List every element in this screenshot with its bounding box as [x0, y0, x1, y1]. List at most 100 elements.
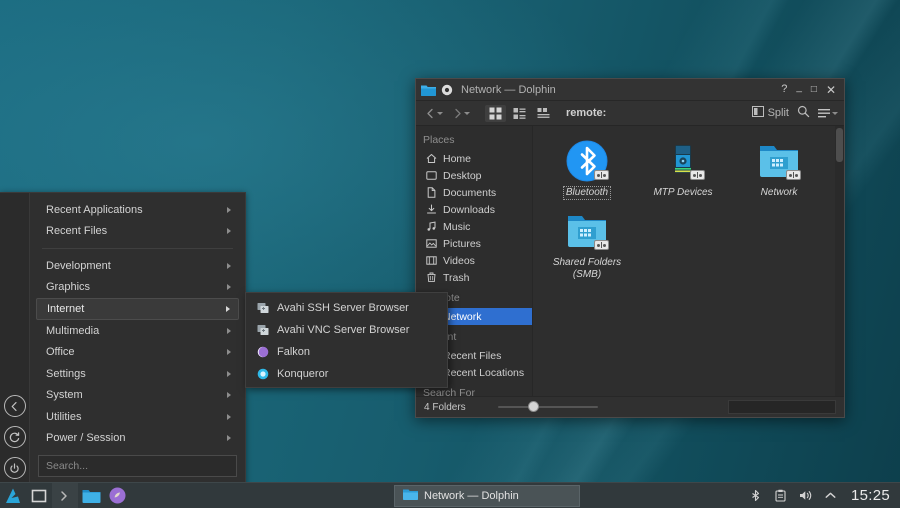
- scrollbar-thumb[interactable]: [836, 128, 843, 162]
- view-mode-icons-button[interactable]: [485, 105, 506, 122]
- search-input[interactable]: [38, 455, 237, 477]
- menu-item-label: Multimedia: [46, 325, 99, 337]
- file-item-mtp-devices[interactable]: MTP Devices: [635, 135, 731, 199]
- places-label: Music: [443, 221, 470, 233]
- chevron-up-icon[interactable]: [824, 489, 838, 503]
- submenu-item-konqueror[interactable]: Konqueror: [246, 363, 447, 385]
- browser-launcher-button[interactable]: [104, 483, 130, 508]
- bluetooth-tray-icon[interactable]: [749, 489, 763, 503]
- window-minimize-button[interactable]: _: [796, 83, 802, 93]
- folder-icon: [421, 84, 436, 96]
- back-button[interactable]: [422, 106, 446, 121]
- window-title: Network — Dolphin: [461, 84, 556, 96]
- dolphin-toolbar[interactable]: remote: Split: [416, 101, 844, 126]
- avahi-icon: [256, 324, 269, 337]
- download-icon: [426, 204, 437, 215]
- application-launcher-button[interactable]: [0, 483, 26, 508]
- submenu-item-avahi-ssh-server-browser[interactable]: Avahi SSH Server Browser: [246, 297, 447, 319]
- submenu-item-label: Avahi SSH Server Browser: [277, 302, 409, 314]
- menu-item-internet[interactable]: Internet: [36, 298, 239, 320]
- document-icon: [426, 187, 437, 198]
- dolphin-content: Places Home Desktop Documents Downloads …: [416, 126, 844, 396]
- show-desktop-button[interactable]: [26, 483, 52, 508]
- smb-folder-icon: [564, 208, 610, 254]
- forward-button[interactable]: [449, 106, 473, 121]
- power-circle-icon[interactable]: [4, 457, 26, 479]
- file-view-scrollbar[interactable]: [835, 126, 844, 396]
- application-menu-rail[interactable]: [0, 193, 30, 485]
- music-note-icon: [426, 221, 437, 232]
- clock[interactable]: 15:25: [849, 487, 890, 504]
- remote-badge-icon: [690, 170, 705, 180]
- forward-dropdown-icon[interactable]: [464, 112, 470, 115]
- chevron-right-icon: [227, 263, 231, 269]
- view-mode-compact-button[interactable]: [509, 105, 530, 122]
- menu-item-multimedia[interactable]: Multimedia: [36, 320, 239, 342]
- file-manager-launcher-button[interactable]: [78, 483, 104, 508]
- file-item-network[interactable]: Network: [731, 135, 827, 199]
- menu-item-utilities[interactable]: Utilities: [36, 406, 239, 428]
- menu-item-development[interactable]: Development: [36, 255, 239, 277]
- task-button-dolphin[interactable]: Network — Dolphin: [394, 485, 580, 507]
- chevron-right-icon: [227, 228, 231, 234]
- application-menu-body: Recent Applications Recent Files Develop…: [30, 193, 245, 485]
- refresh-circle-icon[interactable]: [4, 426, 26, 448]
- chevron-right-icon: [227, 284, 231, 290]
- places-item-videos[interactable]: Videos: [416, 252, 532, 269]
- search-icon[interactable]: [797, 105, 810, 121]
- chevron-right-icon: [226, 306, 230, 312]
- places-item-music[interactable]: Music: [416, 218, 532, 235]
- chevron-right-icon: [227, 349, 231, 355]
- file-item-bluetooth[interactable]: Bluetooth: [539, 135, 635, 199]
- places-item-documents[interactable]: Documents: [416, 184, 532, 201]
- places-item-home[interactable]: Home: [416, 150, 532, 167]
- falkon-icon: [109, 487, 126, 504]
- chevron-left-circle-icon[interactable]: [4, 395, 26, 417]
- file-label: MTP Devices: [651, 187, 714, 199]
- menu-item-graphics[interactable]: Graphics: [36, 277, 239, 299]
- zoom-slider[interactable]: [498, 400, 598, 414]
- terminal-prompt-icon: [58, 489, 72, 503]
- dolphin-window[interactable]: Network — Dolphin ? _ □ ✕ remote:: [415, 78, 845, 418]
- menu-item-office[interactable]: Office: [36, 341, 239, 363]
- window-close-button[interactable]: ✕: [826, 84, 836, 96]
- places-label: Documents: [443, 187, 496, 199]
- menu-item-recent-files[interactable]: Recent Files: [36, 221, 239, 243]
- item-count-label: 4 Folders: [424, 402, 466, 413]
- submenu-item-falkon[interactable]: Falkon: [246, 341, 447, 363]
- file-view[interactable]: Bluetooth: [533, 126, 844, 396]
- taskbar[interactable]: Network — Dolphin 15:25: [0, 482, 900, 508]
- split-view-button[interactable]: Split: [752, 106, 789, 120]
- application-menu[interactable]: Recent Applications Recent Files Develop…: [0, 192, 246, 486]
- location-bar[interactable]: remote:: [557, 107, 749, 119]
- volume-icon[interactable]: [799, 489, 813, 503]
- menu-item-system[interactable]: System: [36, 384, 239, 406]
- clipboard-icon[interactable]: [774, 489, 788, 503]
- chevron-right-icon: [227, 435, 231, 441]
- hamburger-menu-icon[interactable]: [818, 108, 838, 119]
- file-item-shared-folders-smb[interactable]: Shared Folders (SMB): [539, 205, 635, 281]
- menu-item-settings[interactable]: Settings: [36, 363, 239, 385]
- view-mode-details-button[interactable]: [533, 105, 554, 122]
- chevron-right-icon: [227, 392, 231, 398]
- square-icon: [31, 488, 47, 504]
- back-dropdown-icon[interactable]: [437, 112, 443, 115]
- zoom-slider-knob[interactable]: [528, 401, 539, 412]
- terminal-launcher-button[interactable]: [52, 483, 78, 508]
- network-folder-icon: [756, 138, 802, 184]
- internet-submenu[interactable]: Avahi SSH Server Browser Avahi VNC Serve…: [245, 292, 448, 388]
- places-item-trash[interactable]: Trash: [416, 269, 532, 286]
- menu-item-power-session[interactable]: Power / Session: [36, 427, 239, 449]
- trash-icon: [426, 272, 437, 283]
- places-item-pictures[interactable]: Pictures: [416, 235, 532, 252]
- file-label: Network: [759, 187, 800, 199]
- menu-item-recent-applications[interactable]: Recent Applications: [36, 199, 239, 221]
- places-item-downloads[interactable]: Downloads: [416, 201, 532, 218]
- window-help-button[interactable]: ?: [781, 84, 787, 95]
- submenu-item-avahi-vnc-server-browser[interactable]: Avahi VNC Server Browser: [246, 319, 447, 341]
- folder-icon: [403, 488, 418, 503]
- places-label: Home: [443, 153, 471, 165]
- dolphin-titlebar[interactable]: Network — Dolphin ? _ □ ✕: [416, 79, 844, 101]
- window-maximize-button[interactable]: □: [811, 85, 817, 95]
- places-item-desktop[interactable]: Desktop: [416, 167, 532, 184]
